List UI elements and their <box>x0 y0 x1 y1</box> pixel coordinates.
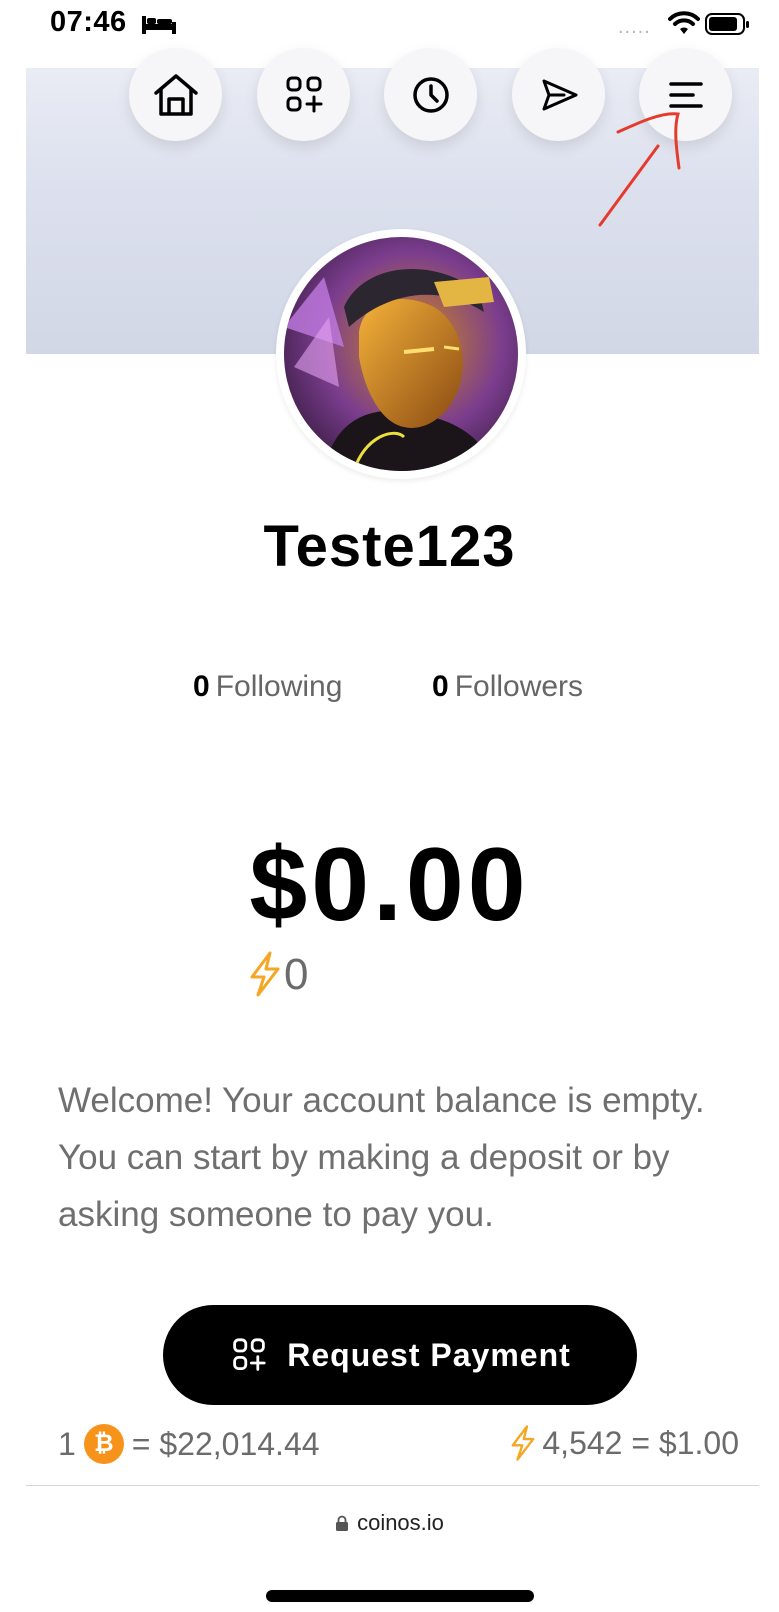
btc-rate-prefix: 1 <box>58 1425 76 1462</box>
receive-icon <box>286 76 322 112</box>
receive-icon <box>233 1338 266 1371</box>
home-icon <box>153 73 198 116</box>
avatar[interactable] <box>276 229 526 479</box>
avatar-image <box>284 237 518 471</box>
welcome-message: Welcome! Your account balance is empty. … <box>58 1081 705 1234</box>
bed-icon <box>142 16 176 34</box>
sats-balance: 0 <box>284 950 309 999</box>
lightning-icon <box>250 951 280 997</box>
followers-label: Followers <box>454 670 584 703</box>
request-payment-label: Request Payment <box>287 1336 571 1373</box>
request-payment-button[interactable]: Request Payment <box>163 1305 637 1405</box>
btc-rate-value: = $22,014.44 <box>131 1425 320 1462</box>
annotation-arrow <box>598 112 681 227</box>
wifi-icon <box>668 11 700 34</box>
following-count: 0 <box>193 670 210 703</box>
clock-icon <box>412 76 449 113</box>
status-bar: 07:46 ..... <box>0 0 779 60</box>
home-indicator[interactable] <box>266 1590 534 1602</box>
lock-icon <box>336 1515 349 1531</box>
sats-balance-row: 0 <box>246 950 308 1000</box>
send-icon <box>542 79 577 110</box>
divider <box>26 1485 759 1486</box>
bitcoin-icon: ₿ <box>83 1424 124 1464</box>
status-time: 07:46 <box>50 6 127 38</box>
lightning-icon <box>511 1425 535 1461</box>
exchange-rates: 1 ₿ = $22,014.44 4,542 = $1.00 <box>0 1420 779 1470</box>
followers-count: 0 <box>432 670 449 703</box>
url-text: coinos.io <box>357 1510 444 1535</box>
followers-link[interactable]: 0 Followers <box>432 670 583 704</box>
browser-url-bar[interactable]: coinos.io <box>0 1510 779 1536</box>
username: Teste123 <box>263 514 516 579</box>
following-link[interactable]: 0 Following <box>193 670 342 704</box>
nav-history-button[interactable] <box>384 48 477 141</box>
nav-home-button[interactable] <box>129 48 222 141</box>
btc-rate: 1 ₿ = $22,014.44 <box>58 1424 320 1464</box>
following-label: Following <box>215 670 343 703</box>
sats-rate: 4,542 = $1.00 <box>508 1424 739 1462</box>
signal-icon: ..... <box>618 16 651 38</box>
sats-rate-value: 4,542 = $1.00 <box>542 1424 739 1461</box>
battery-icon <box>705 13 749 35</box>
fiat-balance: $0.00 <box>249 827 530 943</box>
nav-receive-button[interactable] <box>257 48 350 141</box>
